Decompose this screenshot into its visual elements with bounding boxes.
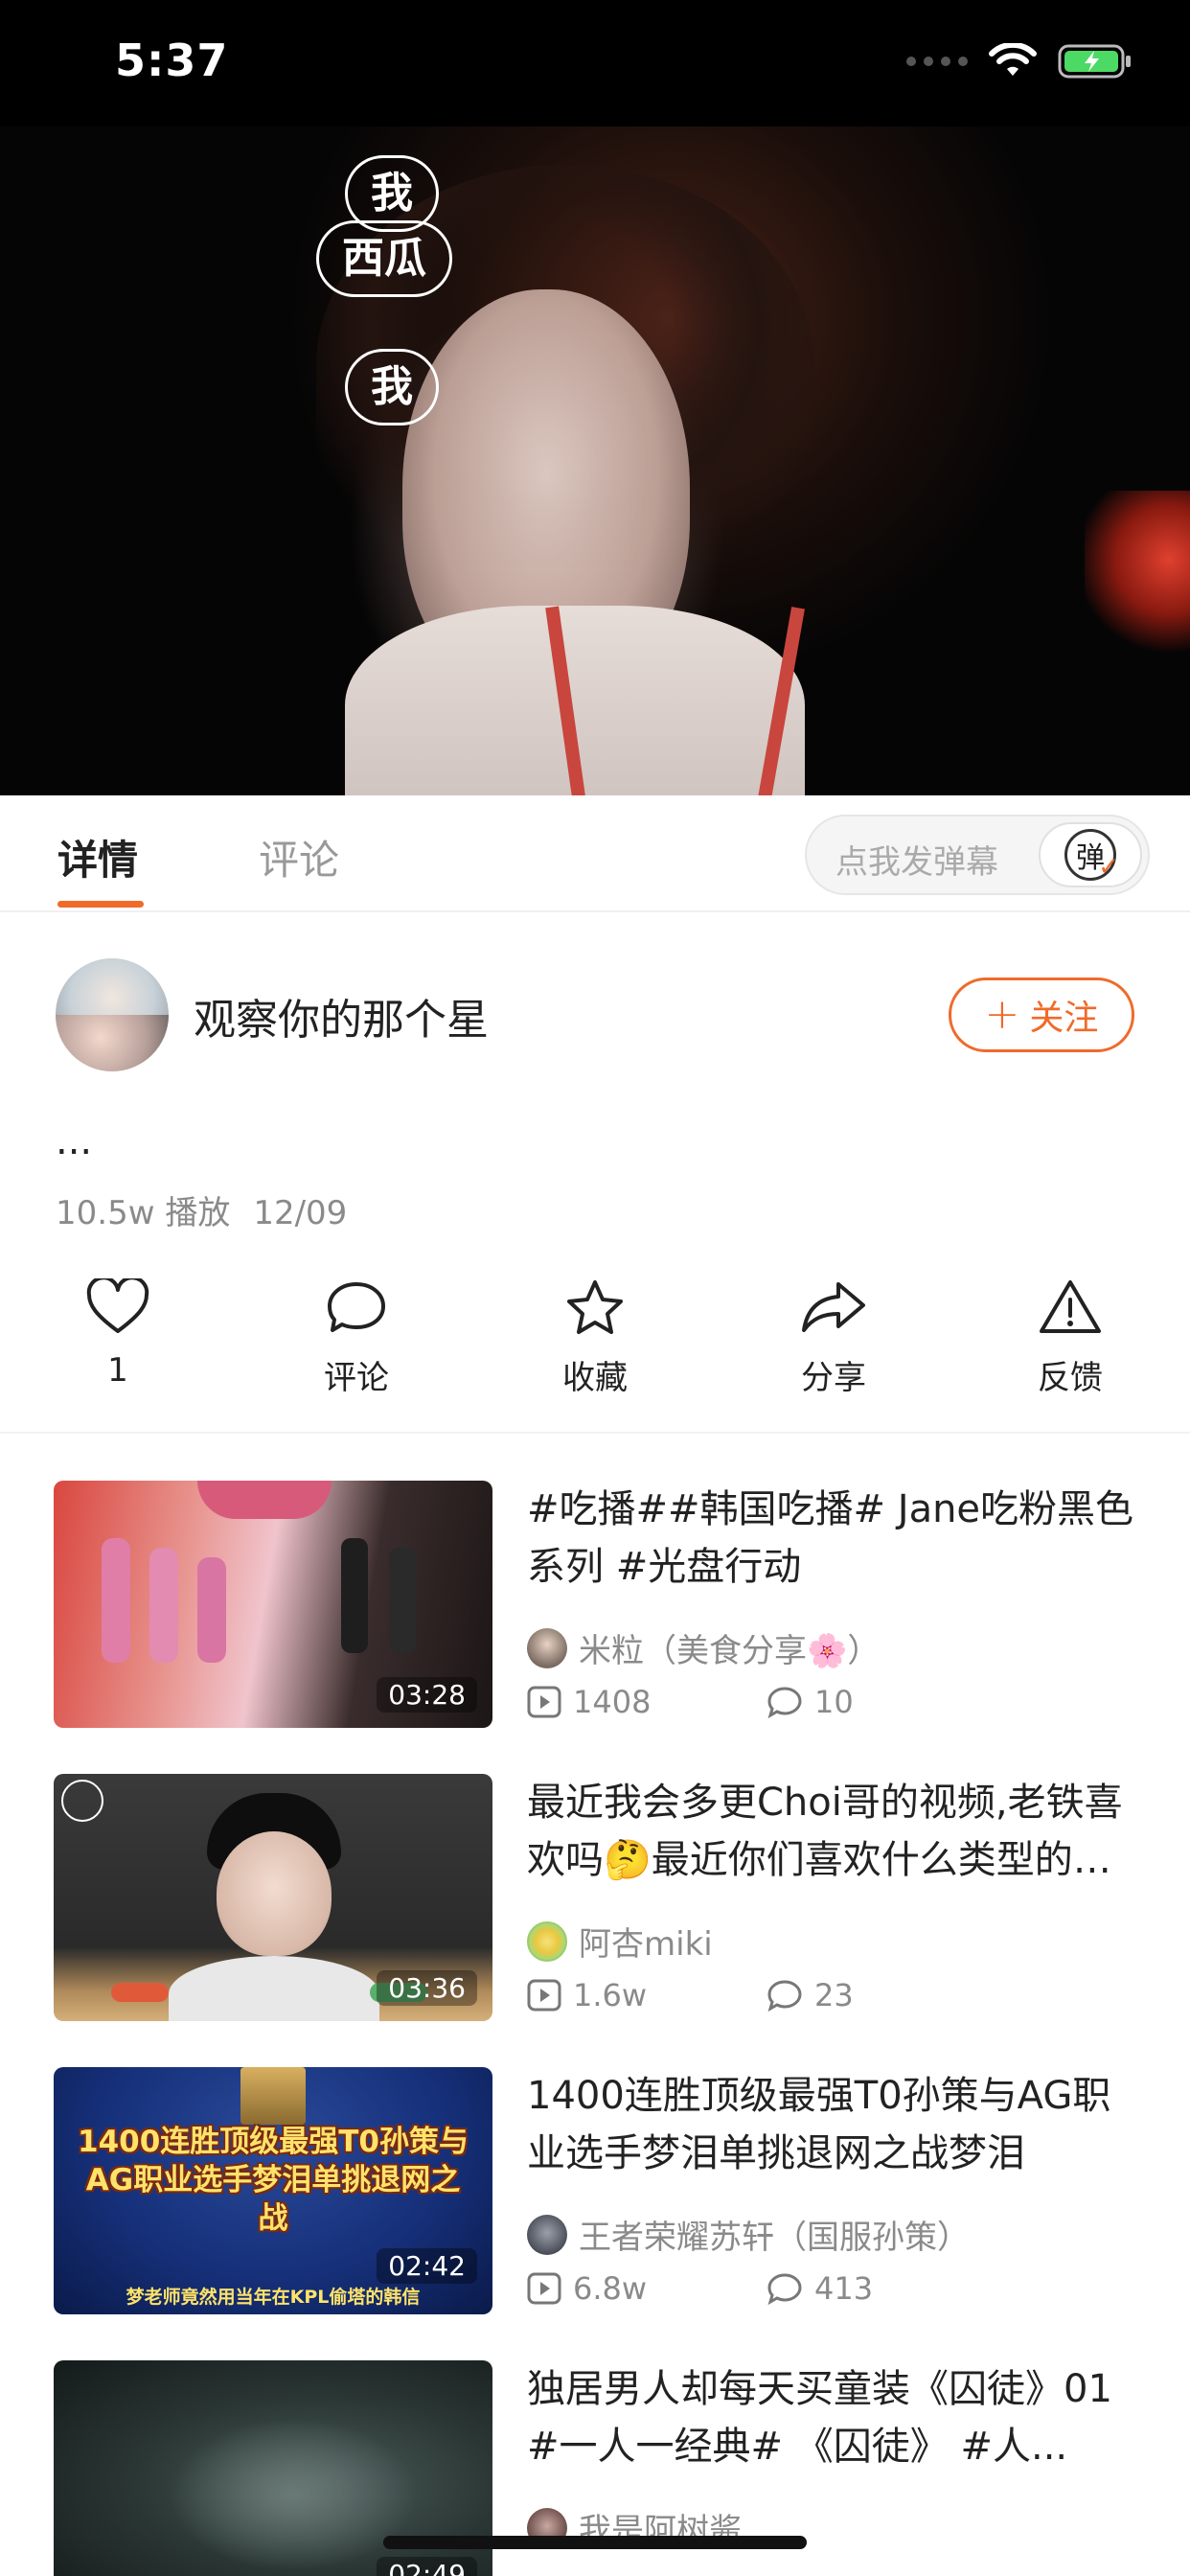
view-count: 1408 (527, 1684, 767, 1720)
follow-label: 关注 (1029, 999, 1099, 1038)
plus-icon: + (984, 990, 1020, 1039)
follow-button[interactable]: + 关注 (949, 978, 1134, 1052)
avatar[interactable] (56, 958, 169, 1071)
detail-tabs: 详情 评论 点我发弹幕 弹 ✓ (0, 795, 1190, 912)
feedback-label: 反馈 (1038, 1359, 1103, 1397)
video-player[interactable]: 我 西瓜 我 (0, 126, 1190, 795)
comment-count: 23 (767, 1977, 854, 2013)
video-meta: 10.5w 播放 12/09 (56, 1186, 347, 1233)
play-icon (527, 2272, 561, 2305)
video-title[interactable]: 1400连胜顶级最强T0孙策与AG职业选手梦泪单挑退网之战梦泪 (527, 2067, 1140, 2182)
tab-active-indicator (57, 901, 144, 908)
action-bar: 1 评论 收藏 分享 反馈 (0, 1265, 1190, 1434)
heart-icon (86, 1278, 149, 1333)
video-duration: 02:49 (377, 2557, 477, 2576)
feedback-button[interactable]: 反馈 (998, 1278, 1142, 1398)
favorite-label: 收藏 (562, 1359, 628, 1397)
danmu-icon: 弹 ✓ (1064, 829, 1119, 882)
video-thumbnail[interactable]: 1400连胜顶级最强T0孙策与AG职业选手梦泪单挑退网之战 梦老师竟然用当年在K… (54, 2067, 492, 2314)
home-indicator[interactable] (383, 2536, 807, 2549)
play-count: 10.5w 播放 (56, 1194, 231, 1232)
share-icon (802, 1282, 865, 1332)
uploader-avatar (527, 1920, 567, 1962)
uploader-avatar (527, 1627, 567, 1668)
video-duration: 02:42 (377, 2248, 477, 2284)
comment-count: 413 (767, 2270, 873, 2307)
uploader-name: 米粒（美食分享🌸） (579, 1632, 881, 1670)
comment-count: 10 (767, 1684, 854, 1720)
like-button[interactable]: 1 (46, 1278, 190, 1390)
video-title[interactable]: #吃播##韩国吃播# Jane吃粉黑色系列 #光盘行动 (527, 1481, 1140, 1596)
video-stats: 1408 10 (527, 1684, 854, 1720)
wifi-icon (989, 43, 1037, 76)
danmu-bubble: 我 (345, 349, 439, 426)
status-icons (906, 42, 1133, 80)
uploader-name: 阿杏miki (579, 1925, 713, 1964)
favorite-button[interactable]: 收藏 (523, 1278, 667, 1398)
comment-icon (767, 1687, 802, 1718)
video-stats: 1.6w 23 (527, 1977, 854, 2013)
uploader[interactable]: 米粒（美食分享🌸） (527, 1624, 880, 1671)
share-label: 分享 (801, 1359, 866, 1397)
danmu-toggle-button[interactable]: 弹 ✓ (1039, 822, 1142, 887)
check-icon: ✓ (1098, 853, 1119, 882)
video-description: ... (56, 1119, 93, 1163)
status-time: 5:37 (115, 34, 229, 86)
thumbnail-caption: 梦老师竟然用当年在KPL偷塔的韩信 (126, 2287, 421, 2308)
view-count: 1.6w (527, 1977, 767, 2013)
uploader-avatar (527, 2214, 567, 2255)
play-icon (527, 1686, 561, 1718)
danmu-bubble: 西瓜 (316, 220, 452, 297)
status-bar: 5:37 (0, 0, 1190, 126)
list-item[interactable]: 03:36 最近我会多更Choi哥的视频,老铁喜欢吗🤔最近你们喜欢什么类型的视频… (0, 1774, 1190, 2025)
list-item[interactable]: 1400连胜顶级最强T0孙策与AG职业选手梦泪单挑退网之战 梦老师竟然用当年在K… (0, 2067, 1190, 2318)
share-button[interactable]: 分享 (762, 1278, 905, 1398)
video-title[interactable]: 最近我会多更Choi哥的视频,老铁喜欢吗🤔最近你们喜欢什么类型的视频 (527, 1774, 1140, 1889)
author-name[interactable]: 观察你的那个星 (194, 985, 489, 1046)
uploader-name: 王者荣耀苏轩（国服孙策） (579, 2219, 970, 2257)
star-icon (567, 1280, 623, 1334)
view-count: 6.8w (527, 2270, 767, 2307)
video-duration: 03:36 (377, 1970, 477, 2006)
play-icon (527, 1979, 561, 2012)
comment-button[interactable]: 评论 (285, 1278, 428, 1398)
battery-charging-icon (1058, 44, 1131, 79)
comment-icon (767, 2273, 802, 2305)
comment-icon (767, 1980, 802, 2012)
comment-label: 评论 (324, 1359, 389, 1397)
video-title[interactable]: 独居男人却每天买童装《囚徒》01 #一人一经典# 《囚徒》 #人... (527, 2360, 1140, 2475)
comment-icon (328, 1282, 385, 1332)
like-count: 1 (107, 1351, 128, 1390)
thumbnail-text: 1400连胜顶级最强T0孙策与AG职业选手梦泪单挑退网之战 (78, 2125, 469, 2236)
warning-icon (1040, 1280, 1101, 1333)
signal-icon (906, 57, 968, 66)
video-thumbnail[interactable]: 03:28 (54, 1481, 492, 1728)
video-duration: 03:28 (377, 1677, 477, 1713)
uploader[interactable]: 阿杏miki (527, 1918, 713, 1965)
author-row: 观察你的那个星 + 关注 (0, 912, 1190, 1085)
list-item[interactable]: 03:28 #吃播##韩国吃播# Jane吃粉黑色系列 #光盘行动 米粒（美食分… (0, 1481, 1190, 1732)
tab-comment[interactable]: 评论 (259, 828, 339, 886)
danmu-input[interactable]: 点我发弹幕 弹 ✓ (805, 815, 1150, 895)
danmu-input-placeholder: 点我发弹幕 (835, 843, 998, 882)
video-thumbnail[interactable]: 03:36 (54, 1774, 492, 2021)
publish-date: 12/09 (253, 1194, 348, 1232)
uploader[interactable]: 王者荣耀苏轩（国服孙策） (527, 2211, 970, 2258)
tab-detail[interactable]: 详情 (57, 828, 138, 886)
video-stats: 6.8w 413 (527, 2270, 873, 2307)
